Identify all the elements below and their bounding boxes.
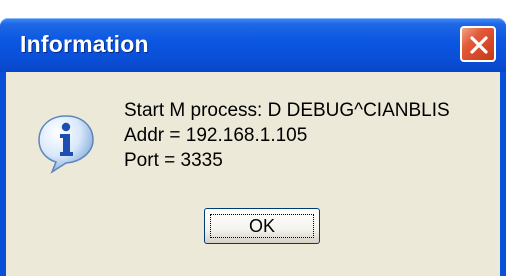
dialog-title: Information [20,31,149,57]
information-icon [34,112,98,176]
message-line-process: Start M process: D DEBUG^CIANBLIS [124,100,450,121]
ok-button-label: OK [248,216,275,236]
close-icon [470,36,488,54]
close-button[interactable] [460,26,496,62]
information-dialog: Information Start M process: D DEBUG^CIA… [0,18,506,276]
message-text: Start M process: D DEBUG^CIANBLIS Addr =… [124,98,450,173]
title-bar[interactable]: Information [0,18,506,72]
ok-button[interactable]: OK [204,208,320,244]
message-line-port: Port = 3335 [124,150,223,171]
message-line-addr: Addr = 192.168.1.105 [124,125,308,146]
